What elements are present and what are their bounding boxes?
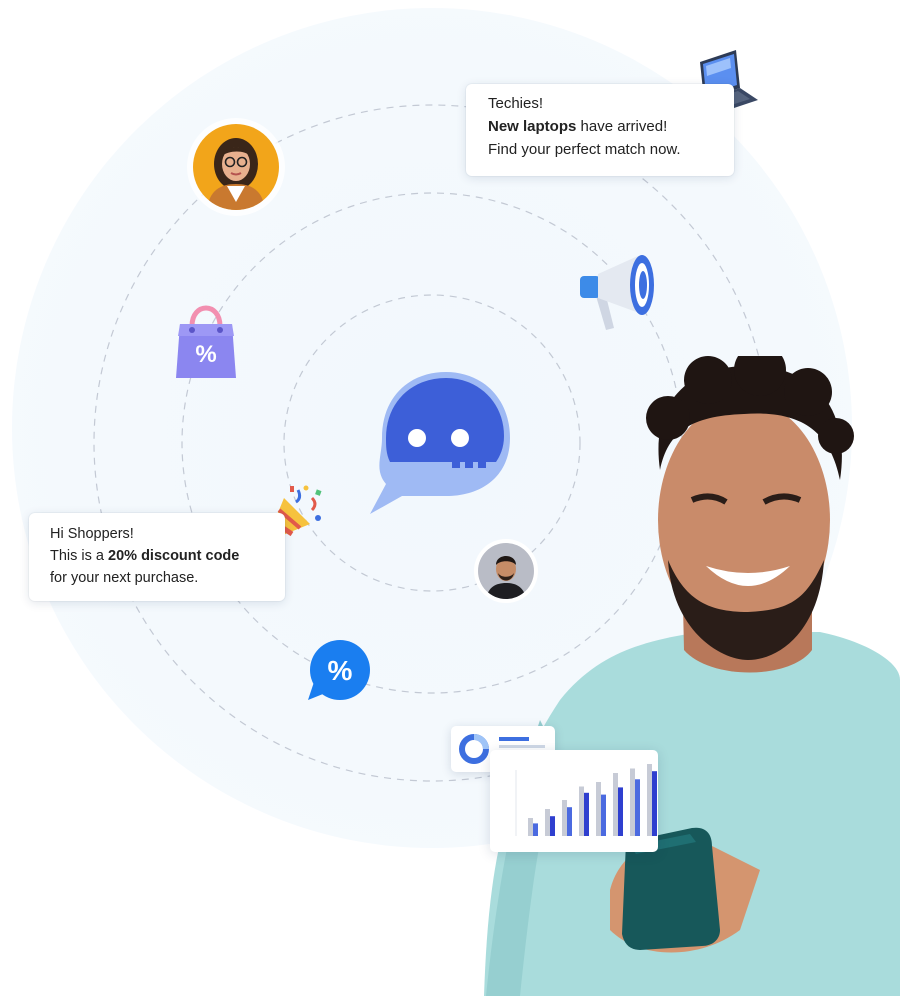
laptop-notification-cta: Find your perfect match now. (488, 141, 681, 158)
promo-illustration: % % Techies! New laptops have arrived! F… (0, 0, 900, 996)
chart-bar (596, 782, 601, 836)
chart-bar (584, 792, 589, 836)
chart-bar (613, 773, 618, 836)
chart-bar (550, 816, 555, 836)
discount-notification-card: Hi Shoppers! This is a 20% discount code… (29, 513, 285, 601)
chart-bar (533, 823, 538, 836)
smiling-man-photo (484, 356, 900, 996)
bubble-percent-symbol: % (328, 655, 353, 686)
chart-bar (562, 800, 567, 836)
percent-chat-icon: % (308, 640, 370, 700)
chart-bar (545, 809, 550, 836)
chart-bar (647, 764, 652, 836)
bag-percent-symbol: % (195, 341, 216, 368)
chart-bar (601, 794, 606, 836)
bar-chart (515, 764, 657, 836)
chart-bar (635, 779, 640, 836)
laptop-notification-message-rest: have arrived! (576, 118, 668, 135)
laptop-notification-highlight: New laptops (488, 118, 577, 135)
discount-notification-highlight: 20% discount code (108, 548, 240, 564)
chart-bar (618, 787, 623, 836)
megaphone-icon (580, 255, 654, 330)
laptop-notification-message: New laptops have arrived! (488, 115, 734, 138)
laptop-notification-card: Techies! New laptops have arrived! Find … (466, 84, 734, 176)
shopping-bag-percent-icon: % (176, 305, 236, 378)
discount-notification-cta: for your next purchase. (50, 570, 199, 586)
chart-bar (579, 786, 584, 836)
discount-notification-greeting: Hi Shoppers! (50, 526, 134, 542)
chart-bar (652, 771, 657, 836)
avatar-woman (193, 124, 279, 210)
laptop-notification-greeting: Techies! (488, 95, 544, 112)
chart-bar (567, 807, 572, 836)
bar-chart-card (490, 750, 658, 852)
chart-bar (630, 768, 635, 836)
chart-bar (528, 818, 533, 836)
discount-notification-message-pre: This is a (50, 548, 109, 564)
discount-notification-message: This is a 20% discount code (50, 545, 285, 567)
